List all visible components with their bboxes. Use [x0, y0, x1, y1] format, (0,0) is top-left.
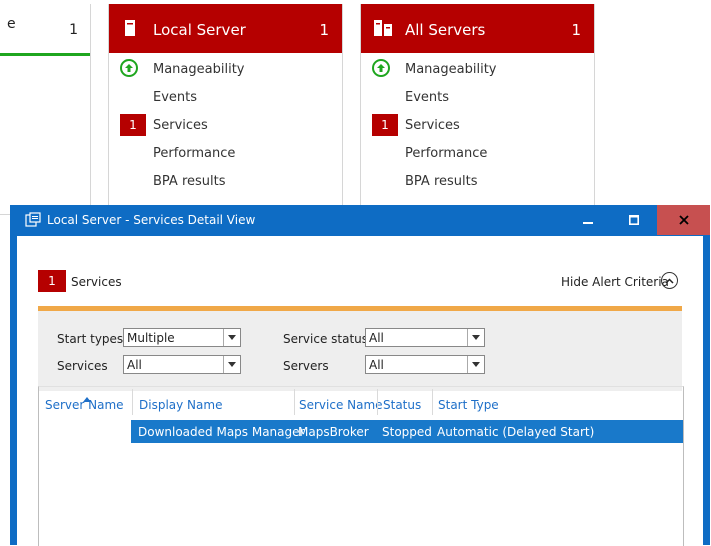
manageability-ok-icon: [120, 59, 138, 77]
local-server-tile-header[interactable]: Local Server 1: [109, 4, 342, 53]
column-divider[interactable]: [432, 389, 433, 415]
all-servers-tile[interactable]: All Servers 1 Manageability Events 1 Ser…: [360, 4, 595, 215]
start-types-label: Start types: [57, 332, 124, 346]
column-divider[interactable]: [377, 389, 378, 415]
window-content: 1 Services Hide Alert Criteria Start typ…: [17, 236, 703, 546]
cell-service-name: MapsBroker: [298, 425, 369, 439]
server-icon: [124, 19, 136, 41]
local-server-tile[interactable]: Local Server 1 Manageability Events 1 Se…: [108, 4, 343, 215]
column-header-status[interactable]: Status: [383, 398, 421, 412]
all-servers-count: 1: [571, 21, 581, 39]
services-alert-badge: 1: [372, 114, 398, 136]
window-title: Local Server - Services Detail View: [47, 213, 256, 227]
all-servers-tile-header[interactable]: All Servers 1: [361, 4, 594, 53]
local-server-count: 1: [319, 21, 329, 39]
column-header-start-type[interactable]: Start Type: [438, 398, 499, 412]
local-performance-link[interactable]: Performance: [153, 146, 235, 161]
servers-filter-label: Servers: [283, 359, 329, 373]
services-alert-badge: 1: [38, 270, 66, 292]
cell-start-type: Automatic (Delayed Start): [437, 425, 595, 439]
local-manageability-link[interactable]: Manageability: [153, 62, 244, 77]
services-select[interactable]: All: [123, 355, 241, 374]
servers-select[interactable]: All: [365, 355, 485, 374]
all-services-link[interactable]: Services: [405, 118, 460, 133]
all-bpa-link[interactable]: BPA results: [405, 174, 478, 189]
alert-criteria-panel: Start types Multiple Services All Servic…: [38, 306, 682, 391]
chevron-down-icon: [467, 329, 484, 346]
chevron-down-icon: [223, 329, 240, 346]
all-performance-link[interactable]: Performance: [405, 146, 487, 161]
servers-icon: [373, 19, 393, 41]
column-header-server-name[interactable]: Server Name: [45, 398, 124, 412]
services-alert-badge: 1: [120, 114, 146, 136]
manageability-ok-icon: [372, 59, 390, 77]
partial-tile-count: 1: [69, 22, 78, 38]
close-button[interactable]: [657, 205, 710, 235]
minimize-button[interactable]: [565, 205, 611, 235]
table-row[interactable]: Downloaded Maps Manager MapsBroker Stopp…: [131, 420, 683, 443]
all-servers-title: All Servers: [405, 21, 486, 39]
column-divider[interactable]: [132, 389, 133, 415]
service-status-label: Service status: [283, 332, 369, 346]
partial-tile-title: e: [7, 16, 16, 32]
local-events-link[interactable]: Events: [153, 90, 197, 105]
local-bpa-link[interactable]: BPA results: [153, 174, 226, 189]
services-section-label: Services: [71, 275, 122, 289]
server-manager-icon: [25, 212, 41, 232]
cell-status: Stopped: [382, 425, 432, 439]
cell-display-name: Downloaded Maps Manager: [138, 425, 305, 439]
services-grid: Server Name Display Name Service Name St…: [38, 386, 684, 546]
partial-tile-header[interactable]: e 1: [0, 4, 90, 56]
services-detail-window: Local Server - Services Detail View 1 Se…: [10, 205, 710, 546]
chevron-up-icon[interactable]: [661, 272, 678, 289]
hide-alert-criteria-link[interactable]: Hide Alert Criteria: [561, 275, 669, 289]
maximize-button[interactable]: [611, 205, 657, 235]
column-header-service-name[interactable]: Service Name: [299, 398, 383, 412]
chevron-down-icon: [223, 356, 240, 373]
service-status-select[interactable]: All: [365, 328, 485, 347]
window-titlebar[interactable]: Local Server - Services Detail View: [10, 205, 710, 235]
column-divider[interactable]: [294, 389, 295, 415]
services-filter-label: Services: [57, 359, 108, 373]
all-events-link[interactable]: Events: [405, 90, 449, 105]
local-server-title: Local Server: [153, 21, 246, 39]
start-types-select[interactable]: Multiple: [123, 328, 241, 347]
chevron-down-icon: [467, 356, 484, 373]
column-header-display-name[interactable]: Display Name: [139, 398, 222, 412]
partial-tile[interactable]: e 1: [0, 4, 91, 215]
local-services-link[interactable]: Services: [153, 118, 208, 133]
all-manageability-link[interactable]: Manageability: [405, 62, 496, 77]
